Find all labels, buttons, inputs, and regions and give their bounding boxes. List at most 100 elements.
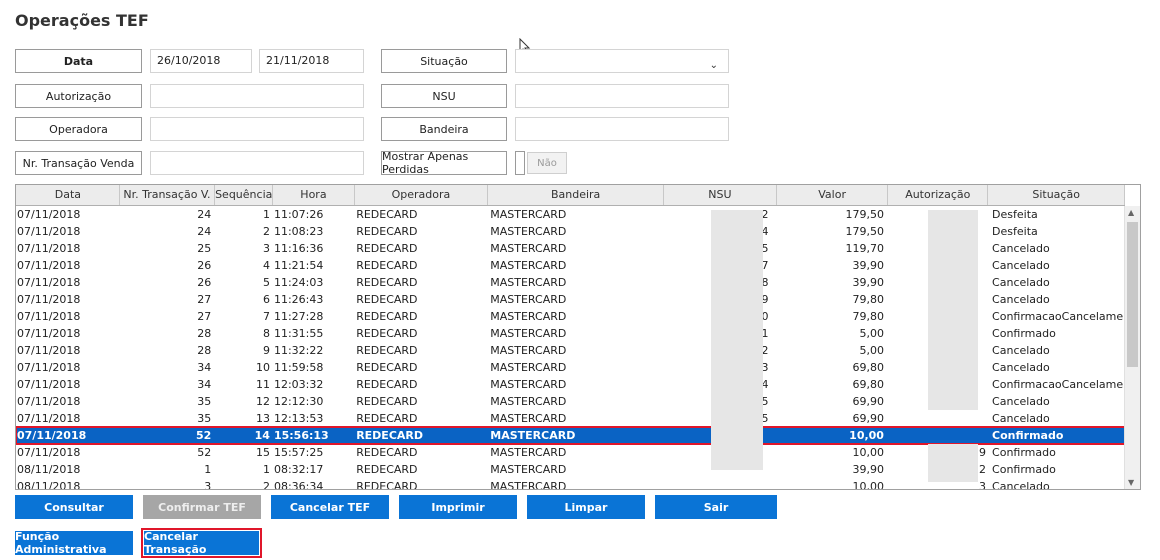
cell-nr-transacao: 52 xyxy=(197,446,212,459)
col-bandeira[interactable]: Bandeira xyxy=(488,185,664,205)
cell-operadora: REDECARD xyxy=(356,242,418,255)
cell-hora: 11:07:26 xyxy=(273,208,324,221)
page-title: Operações TEF xyxy=(15,11,149,30)
col-situacao[interactable]: Situação xyxy=(988,185,1126,205)
cell-sequencia: 2 xyxy=(262,480,270,490)
cell-operadora: REDECARD xyxy=(356,276,418,289)
table-row-selected[interactable]: 07/11/2018 52 14 15:56:13 REDECARD MASTERCARD… xyxy=(16,426,1126,445)
cell-valor: 69,90 xyxy=(852,412,884,425)
col-hora[interactable]: Hora xyxy=(273,185,355,205)
mostrar-perdidas-label: Mostrar Apenas Perdidas xyxy=(381,150,507,176)
cell-hora: 12:03:32 xyxy=(273,378,324,391)
date-from-input[interactable]: 26/10/2018 xyxy=(150,49,252,73)
cell-sequencia: 1 xyxy=(262,208,270,221)
operadora-input[interactable] xyxy=(150,117,364,141)
autorizacao-input[interactable] xyxy=(150,84,364,108)
cell-nr-transacao: 27 xyxy=(197,293,212,306)
cell-situacao: Cancelado xyxy=(992,412,1050,425)
scroll-down-icon[interactable]: ▼ xyxy=(1128,478,1134,487)
cell-data: 07/11/2018 xyxy=(17,293,81,306)
cell-situacao: Confirmado xyxy=(992,463,1056,476)
col-nr-transacao[interactable]: Nr. Transação V. xyxy=(120,185,216,205)
cell-operadora: REDECARD xyxy=(356,429,424,442)
col-operadora[interactable]: Operadora xyxy=(355,185,489,205)
confirmar-tef-button[interactable]: Confirmar TEF xyxy=(143,495,261,519)
cell-data: 08/11/2018 xyxy=(17,463,81,476)
grid-header: Data Nr. Transação V. Sequência Hora Ope… xyxy=(16,185,1126,206)
table-row[interactable]: 07/11/2018 35 13 12:13:53 REDECARD MASTERCARD… xyxy=(16,410,1125,427)
cell-valor: 179,50 xyxy=(845,225,884,238)
vertical-scrollbar[interactable]: ▲ ▼ xyxy=(1124,206,1140,489)
cell-data: 07/11/2018 xyxy=(17,378,81,391)
date-to-input[interactable]: 21/11/2018 xyxy=(259,49,364,73)
cell-autorizacao xyxy=(888,427,988,444)
cell-data: 07/11/2018 xyxy=(17,242,81,255)
cell-bandeira: MASTERCARD xyxy=(490,463,567,476)
cell-bandeira: MASTERCARD xyxy=(490,361,567,374)
cell-bandeira: MASTERCARD xyxy=(490,480,567,490)
cell-bandeira: MASTERCARD xyxy=(490,412,567,425)
col-autorizacao[interactable]: Autorização xyxy=(888,185,989,205)
cell-nr-transacao: 34 xyxy=(197,361,212,374)
cell-situacao: Cancelado xyxy=(992,395,1050,408)
cell-bandeira: MASTERCARD xyxy=(490,276,567,289)
cell-data: 07/11/2018 xyxy=(17,395,81,408)
cell-situacao: Confirmado xyxy=(992,429,1064,442)
cell-valor: 79,80 xyxy=(852,293,884,306)
cell-nr-transacao: 28 xyxy=(197,344,212,357)
cell-hora: 15:57:25 xyxy=(273,446,324,459)
cell-situacao: Cancelado xyxy=(992,344,1050,357)
cell-nr-transacao: 24 xyxy=(197,225,212,238)
cell-situacao: Cancelado xyxy=(992,259,1050,272)
cell-data: 07/11/2018 xyxy=(17,276,81,289)
cell-sequencia: 14 xyxy=(254,429,270,442)
chevron-down-icon: ⌄ xyxy=(709,60,718,71)
cell-operadora: REDECARD xyxy=(356,310,418,323)
cell-valor: 69,90 xyxy=(852,395,884,408)
redacted-autorizacao-area xyxy=(928,210,978,410)
mostrar-perdidas-toggle[interactable]: Não xyxy=(527,152,567,174)
cell-sequencia: 4 xyxy=(262,259,270,272)
cell-data: 07/11/2018 xyxy=(17,327,81,340)
sair-button[interactable]: Sair xyxy=(655,495,777,519)
cell-hora: 08:36:34 xyxy=(273,480,324,490)
cell-situacao: Confirmado xyxy=(992,446,1056,459)
funcao-administrativa-button[interactable]: Função Administrativa xyxy=(15,530,133,556)
consultar-button[interactable]: Consultar xyxy=(15,495,133,519)
bandeira-input[interactable] xyxy=(515,117,729,141)
cancelar-tef-button[interactable]: Cancelar TEF xyxy=(271,495,389,519)
cell-bandeira: MASTERCARD xyxy=(490,242,567,255)
cell-hora: 11:16:36 xyxy=(273,242,324,255)
transactions-grid[interactable]: Data Nr. Transação V. Sequência Hora Ope… xyxy=(15,184,1141,490)
col-valor[interactable]: Valor xyxy=(777,185,889,205)
nr-transacao-input[interactable] xyxy=(150,151,364,175)
cell-data: 07/11/2018 xyxy=(17,446,81,459)
limpar-button[interactable]: Limpar xyxy=(527,495,645,519)
cell-valor: 10,00 xyxy=(849,429,884,442)
cell-operadora: REDECARD xyxy=(356,463,418,476)
situacao-select[interactable]: ⌄ xyxy=(515,49,729,73)
cell-hora: 15:56:13 xyxy=(273,429,329,442)
cell-operadora: REDECARD xyxy=(356,480,418,490)
imprimir-button[interactable]: Imprimir xyxy=(399,495,517,519)
nsu-input[interactable] xyxy=(515,84,729,108)
cell-data: 07/11/2018 xyxy=(17,412,81,425)
cell-situacao: Cancelado xyxy=(992,242,1050,255)
col-nsu[interactable]: NSU xyxy=(664,185,777,205)
cell-bandeira: MASTERCARD xyxy=(490,446,567,459)
scrollbar-thumb[interactable] xyxy=(1127,222,1138,367)
mostrar-perdidas-toggle-track[interactable] xyxy=(515,151,525,175)
cell-situacao: Cancelado xyxy=(992,361,1050,374)
cell-data: 07/11/2018 xyxy=(17,208,81,221)
cell-valor: 10,00 xyxy=(852,446,884,459)
cell-valor: 39,90 xyxy=(852,259,884,272)
cell-nr-transacao: 52 xyxy=(195,429,212,442)
cell-valor: 5,00 xyxy=(859,344,884,357)
scroll-up-icon[interactable]: ▲ xyxy=(1128,208,1134,217)
cell-operadora: REDECARD xyxy=(356,225,418,238)
cell-hora: 11:26:43 xyxy=(273,293,324,306)
cell-situacao: Confirmado xyxy=(992,327,1056,340)
cancelar-transacao-button[interactable]: Cancelar Transação xyxy=(141,528,262,558)
col-sequencia[interactable]: Sequência xyxy=(215,185,274,205)
col-data[interactable]: Data xyxy=(16,185,120,205)
